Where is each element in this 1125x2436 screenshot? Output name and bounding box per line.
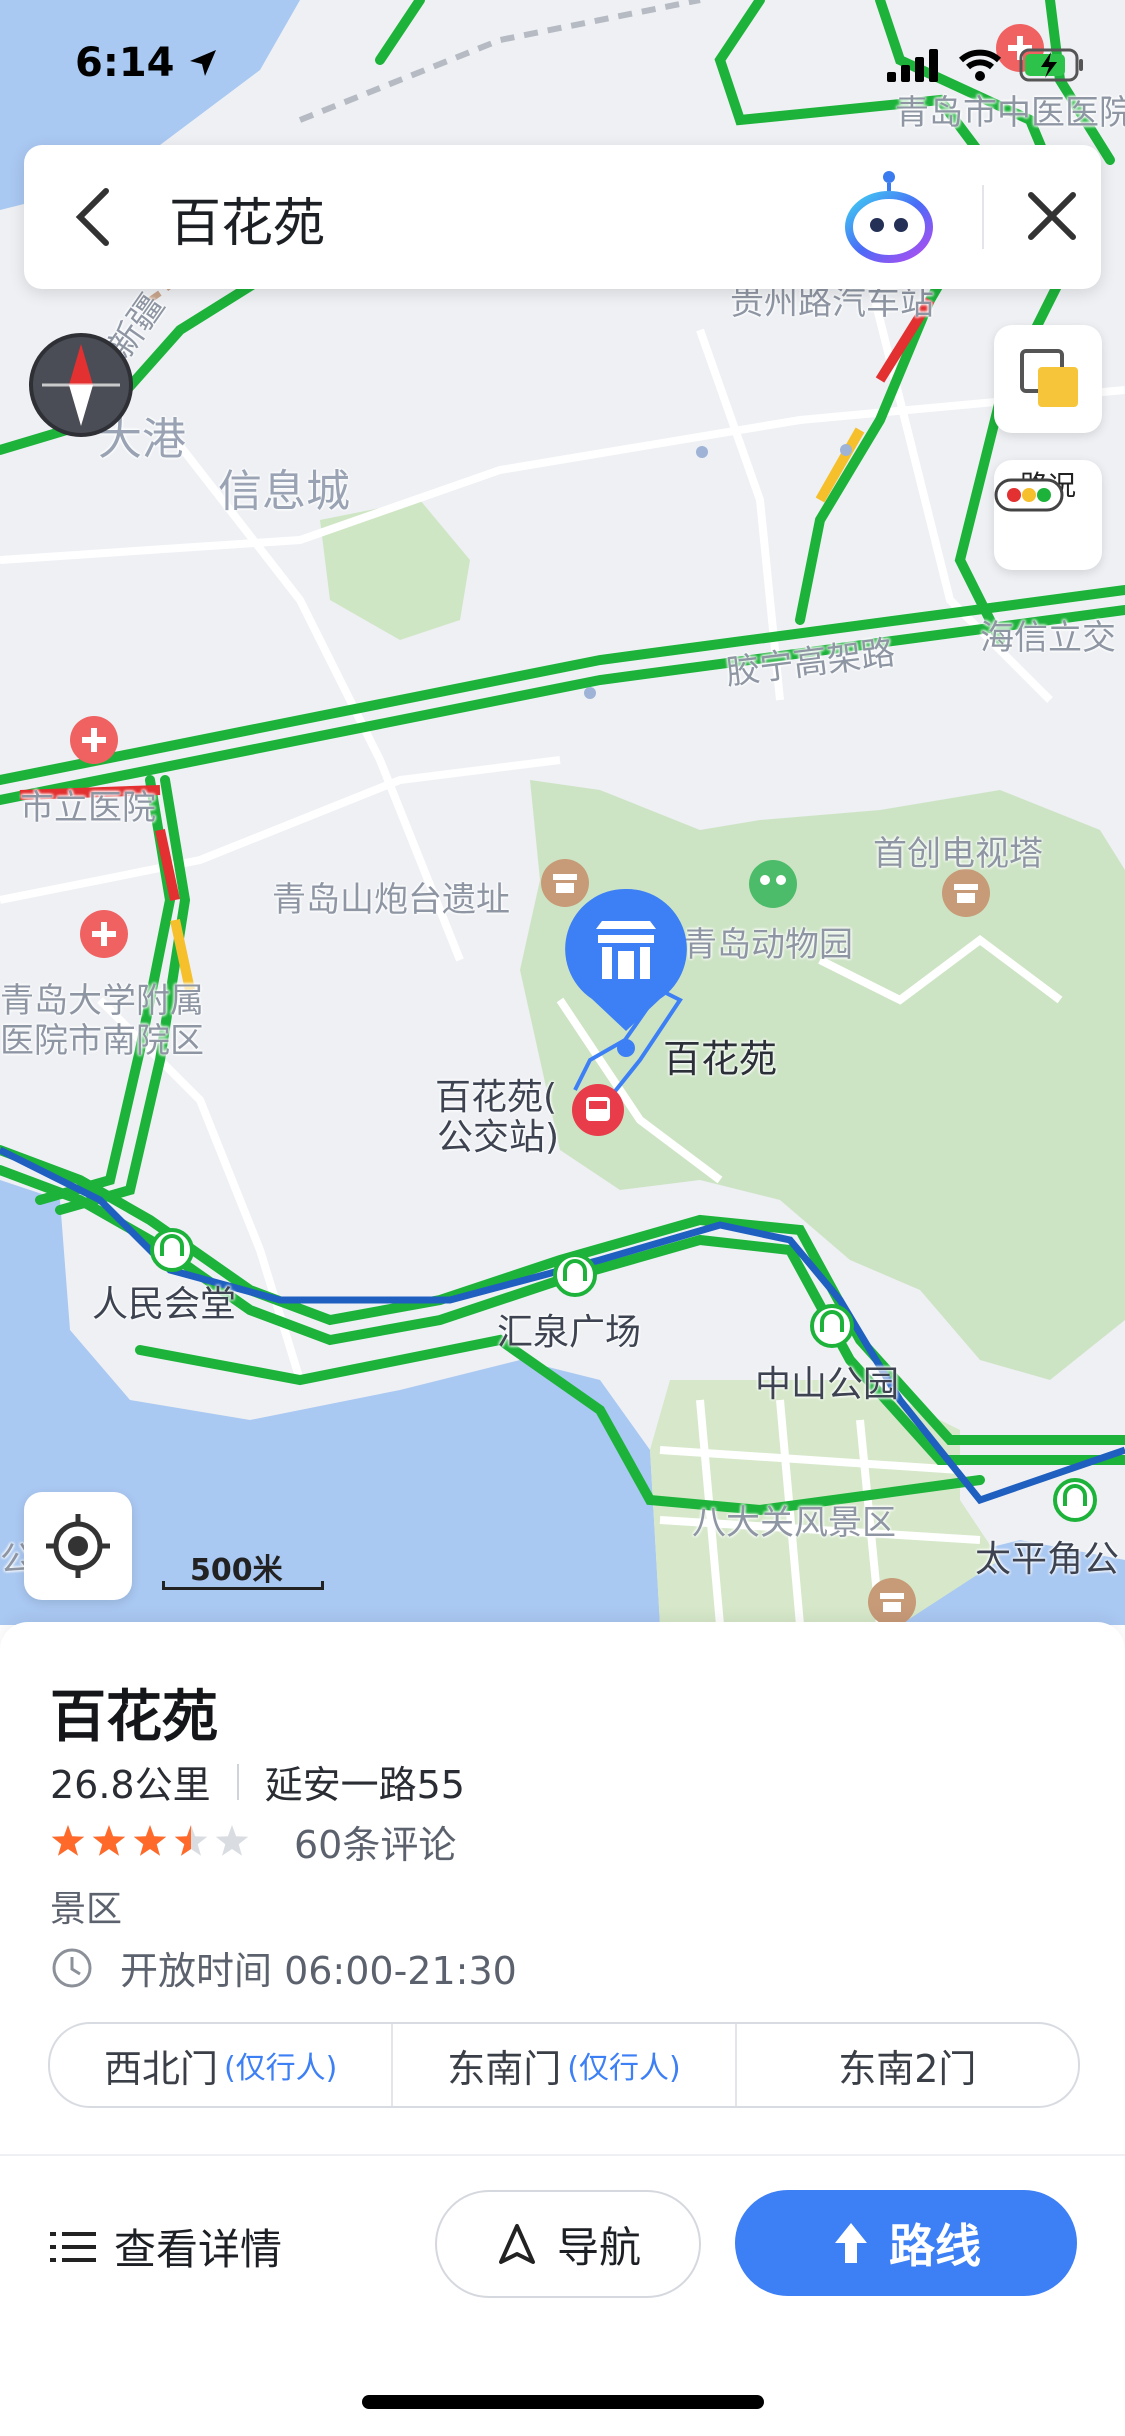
map-label-zoo[interactable]: 青岛动物园 xyxy=(683,917,853,966)
gate-tag: (仅行人) xyxy=(567,2051,681,2086)
map-label-hospital[interactable]: 医院市南院区 xyxy=(0,1013,204,1062)
list-icon xyxy=(50,2231,96,2262)
place-distance: 26.8公里 xyxy=(50,1763,211,1807)
voice-assistant-icon[interactable] xyxy=(839,169,939,265)
place-address: 延安一路55 xyxy=(264,1763,465,1807)
place-name: 百花苑 xyxy=(50,1685,218,1750)
navigate-button[interactable]: 导航 xyxy=(435,2190,701,2298)
locate-me-button[interactable] xyxy=(24,1492,132,1600)
route-arrow-icon xyxy=(835,2223,867,2263)
hours-text: 开放时间 06:00-21:30 xyxy=(120,1949,517,1993)
status-icons xyxy=(887,48,1085,82)
place-detail-sheet[interactable]: 百花苑 26.8公里 延安一路55 60条评论 景区 开放时间 06:00-21… xyxy=(0,1622,1125,2436)
gate-name: 东南2门 xyxy=(838,2046,977,2091)
gate-name: 西北门 xyxy=(103,2046,218,2091)
map-label-metro[interactable]: 中山公园 xyxy=(755,1355,899,1407)
star-filled xyxy=(51,1824,85,1856)
home-indicator xyxy=(362,2395,764,2409)
gate-option-southeast[interactable]: 东南门 (仅行人) xyxy=(391,2024,734,2106)
map-scale: 500米 xyxy=(162,1545,324,1590)
map-label-selected-place[interactable]: 百花苑 xyxy=(663,1028,777,1083)
gate-option-northwest[interactable]: 西北门 (仅行人) xyxy=(50,2024,391,2106)
map-label-landmark[interactable]: 首创电视塔 xyxy=(873,826,1043,875)
meta-divider xyxy=(236,1763,239,1800)
action-divider xyxy=(0,2154,1125,2156)
map-label-district: 信息城 xyxy=(218,466,350,517)
rating-row[interactable]: 60条评论 xyxy=(48,1814,456,1869)
clock-icon xyxy=(52,1948,92,1987)
opening-hours: 开放时间 06:00-21:30 xyxy=(50,1940,517,1995)
map-label-bus-stop[interactable]: 公交站) xyxy=(437,1108,559,1160)
gate-option-southeast-2[interactable]: 东南2门 xyxy=(734,2024,1078,2106)
gate-tag: (仅行人) xyxy=(223,2051,338,2086)
close-icon[interactable] xyxy=(1019,183,1085,249)
back-icon[interactable] xyxy=(64,183,124,251)
map-label-metro[interactable]: 汇泉广场 xyxy=(497,1303,641,1355)
status-bar: 6:14 xyxy=(0,40,1125,100)
map-label-interchange: 海信立交 xyxy=(980,618,1116,658)
traffic-toggle-button[interactable]: 路况 xyxy=(994,460,1102,570)
navigate-label: 导航 xyxy=(556,2222,641,2272)
map-label-metro[interactable]: 人民会堂 xyxy=(92,1275,236,1327)
gate-name: 东南门 xyxy=(447,2046,562,2091)
map-label-landmark[interactable]: 青岛山炮台遗址 xyxy=(272,872,510,921)
navigation-arrow-icon xyxy=(498,2224,535,2264)
scale-bar xyxy=(162,1581,324,1590)
traffic-light-icon xyxy=(994,478,1064,512)
search-divider xyxy=(982,185,984,249)
star-rating xyxy=(51,1824,249,1856)
location-arrow-icon xyxy=(190,50,216,76)
place-meta: 26.8公里 延安一路55 xyxy=(50,1754,465,1809)
map-label-hospital[interactable]: 市立医院 xyxy=(20,780,156,829)
review-count[interactable]: 60条评论 xyxy=(294,1814,456,1869)
wifi-icon xyxy=(958,49,1002,81)
star-filled xyxy=(92,1824,126,1856)
view-details-label: 查看详情 xyxy=(114,2225,283,2274)
compass-button[interactable] xyxy=(26,330,136,440)
layers-icon xyxy=(1020,349,1078,407)
battery-charging-icon xyxy=(1019,48,1083,82)
locate-icon xyxy=(46,1514,110,1578)
star-filled xyxy=(133,1824,167,1856)
search-query[interactable]: 百花苑 xyxy=(169,181,325,256)
layers-button[interactable] xyxy=(994,325,1102,433)
selected-place-pin[interactable] xyxy=(562,885,690,1035)
map-label-scenic[interactable]: 八大关风景区 xyxy=(692,1495,896,1544)
search-bar[interactable]: 百花苑 xyxy=(24,145,1101,289)
place-category: 景区 xyxy=(50,1889,123,1930)
route-button[interactable]: 路线 xyxy=(735,2190,1077,2296)
view-details-button[interactable]: 查看详情 xyxy=(50,2216,282,2277)
map-label-metro[interactable]: 太平角公 xyxy=(975,1530,1119,1582)
gate-selector: 西北门 (仅行人) 东南门 (仅行人) 东南2门 xyxy=(48,2022,1080,2108)
route-label: 路线 xyxy=(889,2219,981,2273)
cellular-signal-icon xyxy=(887,49,938,82)
status-time: 6:14 xyxy=(75,40,175,86)
star-empty xyxy=(215,1824,249,1856)
